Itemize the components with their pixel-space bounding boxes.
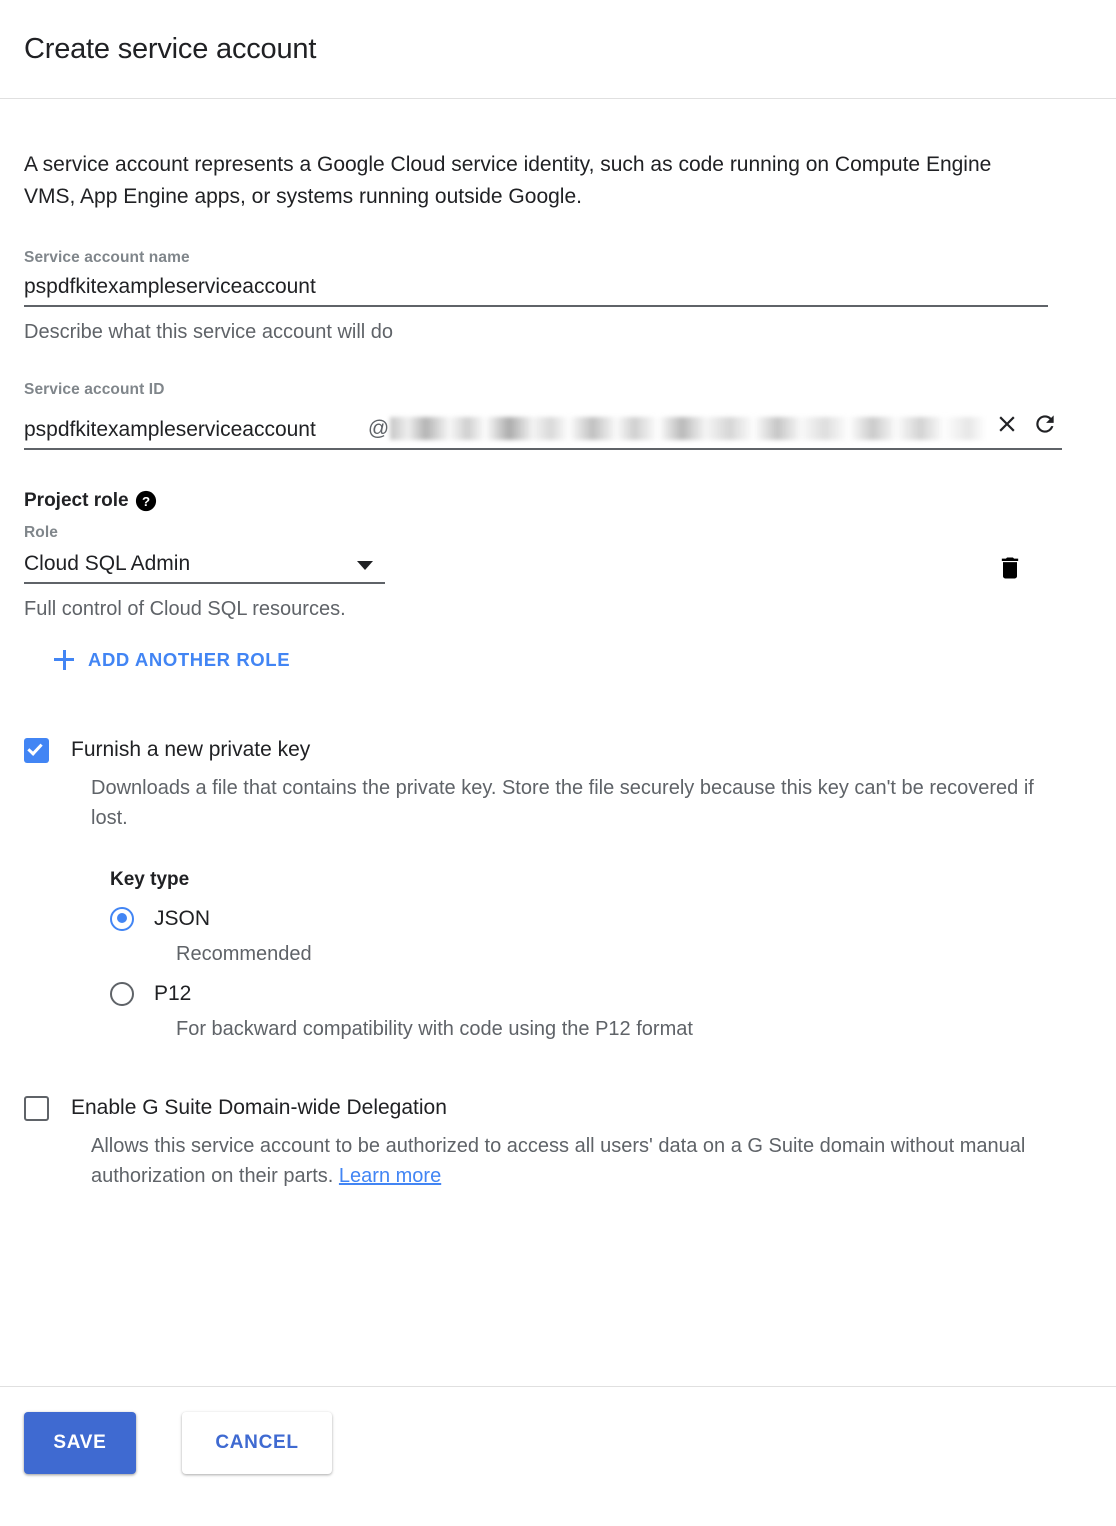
project-role-heading-label: Project role (24, 489, 129, 511)
key-type-option-p12[interactable]: P12 (110, 981, 1092, 1006)
key-type-json-label: JSON (154, 906, 211, 930)
role-description: Full control of Cloud SQL resources. (24, 597, 346, 620)
private-key-section: Furnish a new private key Downloads a fi… (24, 735, 1092, 1041)
radio-json-icon[interactable] (110, 906, 134, 931)
key-type-p12-description: For backward compatibility with code usi… (176, 1017, 693, 1040)
dialog-footer: SAVE CANCEL (24, 1412, 332, 1474)
dialog-body: A service account represents a Google Cl… (0, 149, 1116, 1191)
project-role-section: Project role ? Role Cloud SQL Admin Full… (24, 490, 1092, 675)
key-type-json-description: Recommended (176, 942, 312, 965)
service-account-name-field: Service account name pspdfkitexampleserv… (24, 249, 1092, 345)
page-title: Create service account (24, 32, 317, 65)
service-account-id-label: Service account ID (24, 380, 165, 398)
role-selected-value: Cloud SQL Admin (24, 551, 191, 575)
service-account-id-input[interactable]: pspdfkitexampleserviceaccount @ (24, 407, 1062, 450)
cancel-button[interactable]: CANCEL (182, 1412, 332, 1474)
service-account-id-value: pspdfkitexampleserviceaccount (24, 417, 316, 441)
gsuite-delegation-checkbox[interactable] (24, 1095, 49, 1121)
gsuite-delegation-row[interactable]: Enable G Suite Domain-wide Delegation (24, 1093, 1092, 1121)
close-icon[interactable] (990, 407, 1024, 441)
role-select[interactable]: Cloud SQL Admin (24, 552, 385, 584)
key-type-title: Key type (110, 868, 190, 890)
service-account-name-value: pspdfkitexampleserviceaccount (24, 274, 316, 298)
service-account-name-hint: Describe what this service account will … (24, 320, 394, 343)
gsuite-delegation-label: Enable G Suite Domain-wide Delegation (71, 1095, 447, 1119)
save-button[interactable]: SAVE (24, 1412, 136, 1474)
learn-more-link[interactable]: Learn more (339, 1165, 441, 1187)
role-label: Role (24, 523, 58, 541)
add-another-role-button[interactable]: ADD ANOTHER ROLE (54, 649, 290, 671)
service-account-name-label: Service account name (24, 248, 190, 266)
help-icon[interactable]: ? (135, 490, 157, 512)
refresh-icon[interactable] (1028, 407, 1062, 441)
dialog-header: Create service account (0, 0, 1116, 99)
add-another-role-label: ADD ANOTHER ROLE (88, 648, 291, 670)
radio-p12-icon[interactable] (110, 981, 134, 1006)
service-account-name-input[interactable]: pspdfkitexampleserviceaccount (24, 275, 1048, 307)
service-account-id-row: pspdfkitexampleserviceaccount @ (24, 407, 1062, 441)
furnish-private-key-label: Furnish a new private key (71, 737, 311, 761)
checkmark-icon (27, 740, 43, 756)
svg-text:?: ? (141, 494, 149, 509)
project-role-heading: Project role ? (24, 490, 1092, 512)
chevron-down-icon (357, 560, 373, 570)
furnish-private-key-row[interactable]: Furnish a new private key (24, 735, 1092, 763)
plus-icon (54, 649, 74, 670)
role-row: Cloud SQL Admin (24, 548, 1092, 584)
service-account-id-field: Service account ID pspdfkitexampleservic… (24, 381, 1092, 450)
key-type-option-json[interactable]: JSON (110, 906, 1092, 931)
gsuite-delegation-section: Enable G Suite Domain-wide Delegation Al… (24, 1093, 1092, 1191)
furnish-private-key-checkbox[interactable] (24, 737, 49, 763)
gsuite-delegation-description: Allows this service account to be author… (91, 1131, 1051, 1191)
furnish-private-key-description: Downloads a file that contains the priva… (91, 776, 1034, 829)
trash-icon[interactable] (990, 548, 1030, 588)
key-type-group: Key type JSON Recommended P12 For backwa… (110, 869, 1092, 1041)
redacted-domain-suffix (390, 416, 986, 440)
intro-description: A service account represents a Google Cl… (24, 153, 992, 208)
key-type-p12-label: P12 (154, 981, 192, 1005)
at-symbol: @ (367, 416, 390, 440)
gsuite-delegation-description-text: Allows this service account to be author… (91, 1134, 1026, 1187)
footer-divider (0, 1386, 1116, 1387)
